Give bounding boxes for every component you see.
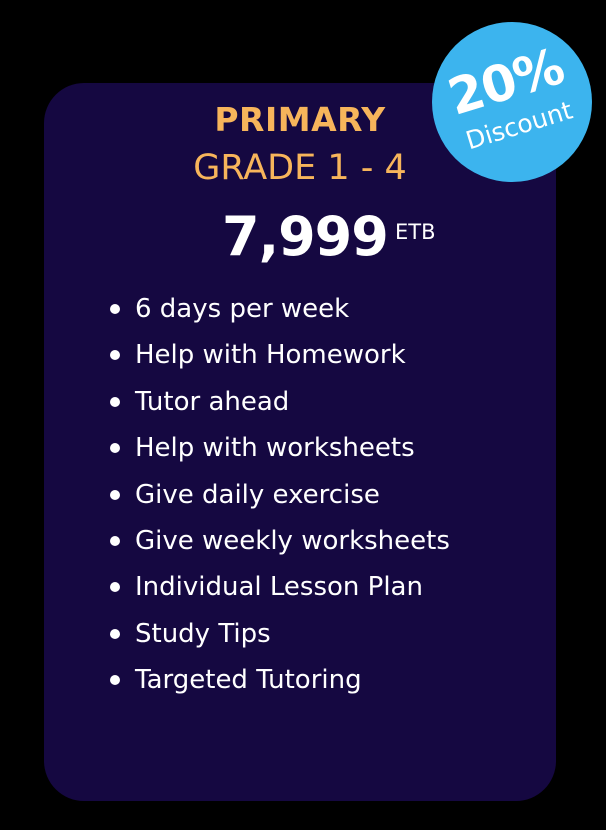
feature-item: Help with worksheets xyxy=(105,425,450,471)
plan-price: 7,999 xyxy=(222,205,389,268)
feature-item: Give weekly worksheets xyxy=(105,518,450,564)
bullet-icon xyxy=(110,582,120,593)
discount-badge-content: 20% Discount xyxy=(432,22,592,182)
feature-item: Help with Homework xyxy=(105,332,450,378)
feature-label: Targeted Tutoring xyxy=(135,665,362,696)
feature-label: 6 days per week xyxy=(135,294,350,324)
feature-label: Individual Lesson Plan xyxy=(135,572,423,603)
feature-item: Individual Lesson Plan xyxy=(105,564,450,610)
feature-list: 6 days per week Help with Homework Tutor… xyxy=(105,286,450,704)
feature-label: Help with Homework xyxy=(135,340,406,371)
price-currency: ETB xyxy=(395,220,436,244)
feature-label: Study Tips xyxy=(135,618,271,649)
feature-label: Give daily exercise xyxy=(135,479,380,510)
bullet-icon xyxy=(110,304,120,314)
feature-label: Tutor ahead xyxy=(135,386,290,417)
feature-item: Give daily exercise xyxy=(105,472,450,518)
bullet-icon xyxy=(110,443,120,454)
discount-badge: 20% Discount xyxy=(432,22,592,182)
bullet-icon xyxy=(110,535,120,546)
feature-label: Help with worksheets xyxy=(135,433,415,464)
feature-item: Tutor ahead xyxy=(105,379,450,425)
bullet-icon xyxy=(110,489,120,500)
feature-item: Study Tips xyxy=(105,611,450,657)
bullet-icon xyxy=(110,350,120,361)
feature-item: 6 days per week xyxy=(105,286,450,332)
bullet-icon xyxy=(110,675,120,686)
feature-item: Targeted Tutoring xyxy=(105,657,450,703)
bullet-icon xyxy=(110,396,120,407)
feature-label: Give weekly worksheets xyxy=(135,525,450,556)
bullet-icon xyxy=(110,628,120,639)
